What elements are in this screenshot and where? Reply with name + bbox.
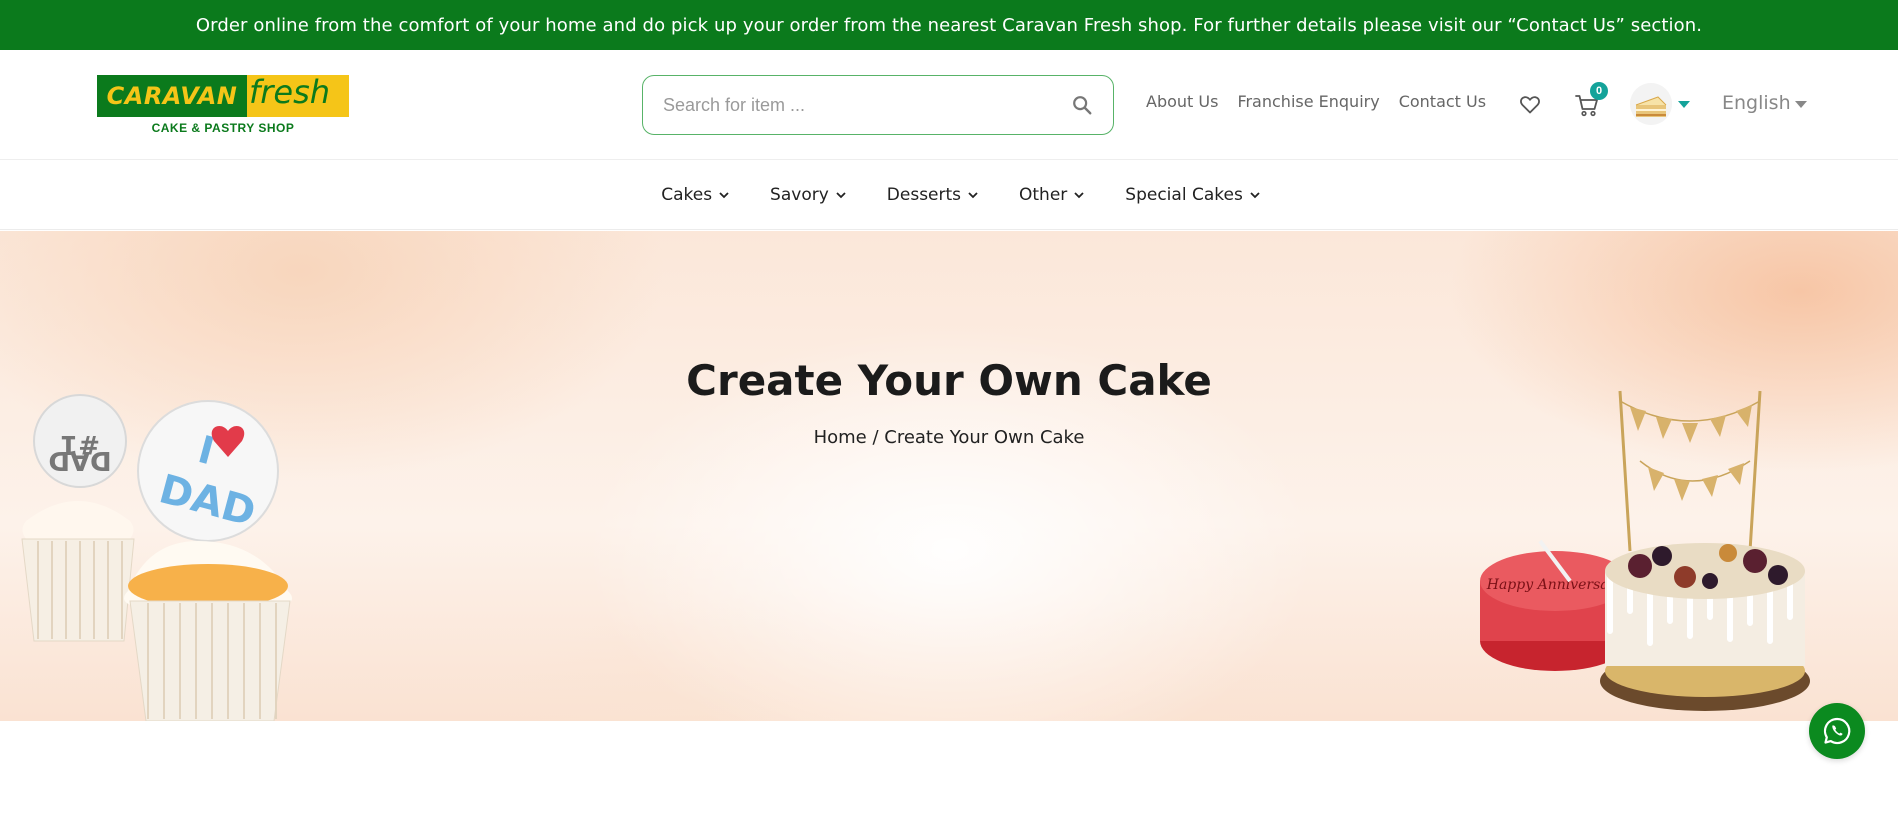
franchise-enquiry-link[interactable]: Franchise Enquiry [1237,92,1379,111]
heart-icon[interactable] [1518,92,1542,116]
search-box [642,75,1114,135]
logo-caravan-text: CARAVAN [97,75,247,117]
nav-item-special-cakes[interactable]: Special Cakes [1125,185,1261,205]
avatar [1630,83,1672,125]
nav-item-desserts[interactable]: Desserts [887,185,979,205]
chevron-down-icon [719,192,729,199]
svg-text:Happy Anniversary: Happy Anniversary [1486,577,1625,593]
nav-item-label: Other [1019,185,1068,205]
language-label: English [1722,92,1791,114]
nav-item-label: Cakes [661,185,713,205]
page-hero: #1 DAD I DAD Create Your Own Cake Home /… [0,231,1898,721]
breadcrumb-home-link[interactable]: Home [814,427,867,448]
cart-count-badge: 0 [1590,82,1608,100]
nav-item-other[interactable]: Other [1019,185,1085,205]
chevron-down-icon [1074,192,1084,199]
breadcrumb-current: Create Your Own Cake [884,427,1085,448]
language-selector[interactable]: English [1722,92,1807,114]
header-links: About Us Franchise Enquiry Contact Us [1146,92,1486,111]
search-input[interactable] [663,94,1071,116]
breadcrumb-separator: / [866,427,885,448]
nav-item-savory[interactable]: Savory [770,185,847,205]
logo-fresh-text: fresh [249,73,331,111]
nav-item-label: Desserts [886,185,962,205]
logo-mark: CARAVAN fresh [97,73,349,117]
announcement-bar: Order online from the comfort of your ho… [0,0,1898,50]
logo[interactable]: CARAVAN fresh CAKE & PASTRY SHOP [97,73,349,135]
whatsapp-icon [1823,717,1851,745]
chevron-down-icon [968,192,978,199]
site-header: CARAVAN fresh CAKE & PASTRY SHOP About U… [0,50,1898,160]
chevron-down-icon [836,192,846,199]
nav-item-cakes[interactable]: Cakes [661,185,730,205]
search-icon[interactable] [1071,94,1093,116]
about-us-link[interactable]: About Us [1146,92,1218,111]
chevron-down-icon [1794,101,1807,108]
announcement-text: Order online from the comfort of your ho… [195,14,1703,36]
nav-item-label: Special Cakes [1125,185,1243,205]
cake-slice-icon [1630,83,1672,125]
chevron-down-icon [1678,100,1690,108]
svg-text:DAD: DAD [48,445,111,475]
account-menu[interactable] [1630,83,1690,125]
cakes-image: Happy Anniversary [1480,390,1810,711]
contact-us-link[interactable]: Contact Us [1399,92,1486,111]
logo-tagline: CAKE & PASTRY SHOP [151,121,295,135]
chevron-down-icon [1250,192,1260,199]
nav-item-label: Savory [770,185,829,205]
main-nav: Cakes Savory Desserts Other Special Cake… [0,161,1898,230]
whatsapp-button[interactable] [1809,703,1865,759]
